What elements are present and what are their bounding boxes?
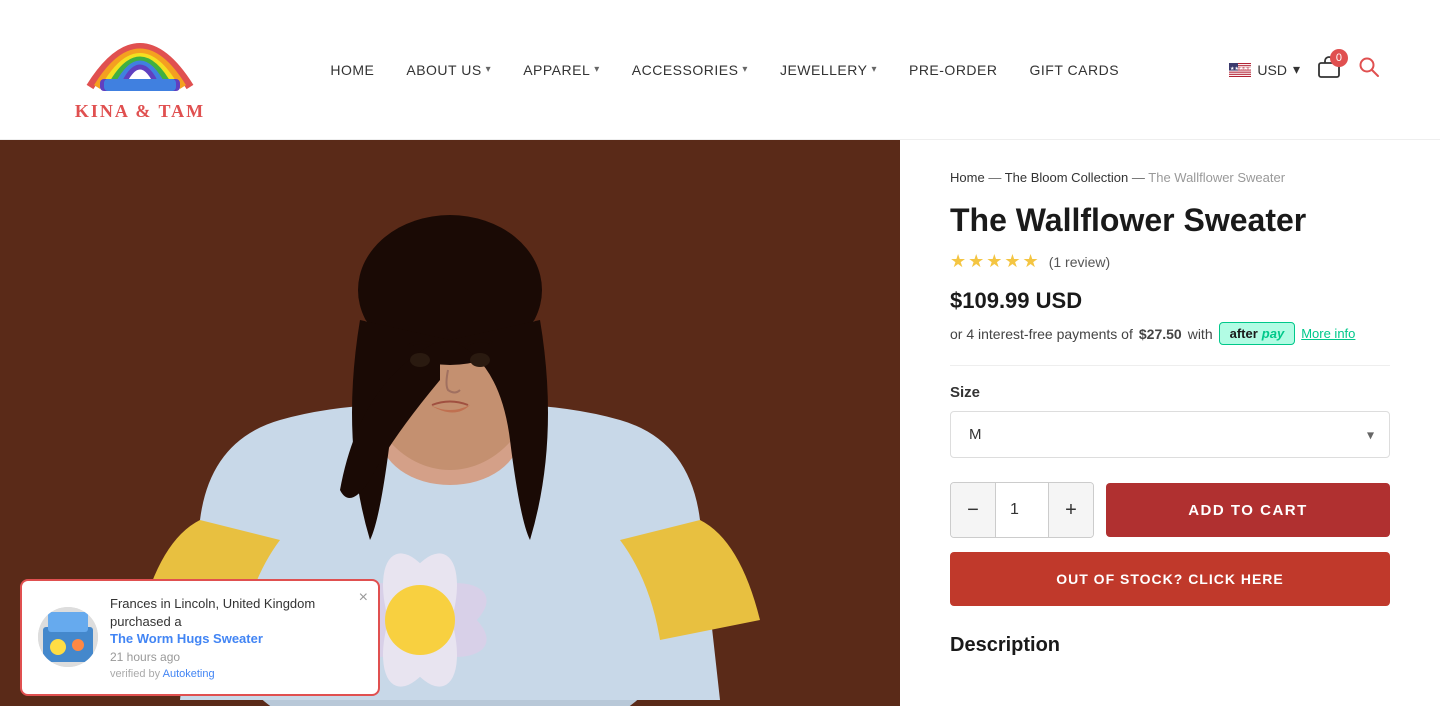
notification-time: 21 hours ago xyxy=(110,650,362,664)
rating-row: ★★★★★ (1 review) xyxy=(950,251,1390,272)
quantity-increase-button[interactable]: + xyxy=(1049,483,1093,537)
size-selector-wrapper: M XS S L XL ▾ xyxy=(950,411,1390,458)
product-title: The Wallflower Sweater xyxy=(950,201,1390,239)
nav-accessories[interactable]: ACCESSORIES ▾ xyxy=(632,62,748,78)
main-nav: HOME ABOUT US ▾ APPAREL ▾ ACCESSORIES ▾ … xyxy=(330,62,1119,78)
autoketing-link[interactable]: Autoketing xyxy=(163,668,215,680)
size-select[interactable]: M XS S L XL xyxy=(950,411,1390,458)
main-content: Frances in Lincoln, United Kingdom purch… xyxy=(0,140,1440,706)
breadcrumb: Home — The Bloom Collection — The Wallfl… xyxy=(950,170,1390,185)
quantity-input[interactable] xyxy=(995,483,1049,537)
search-icon xyxy=(1358,56,1380,78)
us-flag-icon: ★★★★★★★★★ xyxy=(1229,63,1251,77)
currency-selector[interactable]: ★★★★★★★★★ USD ▾ xyxy=(1229,61,1300,78)
nav-giftcards[interactable]: GIFT CARDS xyxy=(1030,62,1120,78)
star-rating: ★★★★★ xyxy=(950,251,1041,272)
notification-popup: Frances in Lincoln, United Kingdom purch… xyxy=(20,579,380,696)
price-divider xyxy=(950,365,1390,366)
notification-message: Frances in Lincoln, United Kingdom purch… xyxy=(110,595,362,631)
afterpay-badge: afterpay xyxy=(1219,322,1296,345)
nav-home[interactable]: HOME xyxy=(330,62,374,78)
search-button[interactable] xyxy=(1358,56,1380,84)
nav-apparel[interactable]: APPAREL ▾ xyxy=(523,62,600,78)
afterpay-amount: $27.50 xyxy=(1139,326,1182,342)
logo-text: KINA & TAM xyxy=(75,101,205,122)
quantity-control: − + xyxy=(950,482,1094,538)
site-header: KINA & TAM HOME ABOUT US ▾ APPAREL ▾ ACC… xyxy=(0,0,1440,140)
notification-content: Frances in Lincoln, United Kingdom purch… xyxy=(110,595,362,680)
apparel-dropdown-icon: ▾ xyxy=(594,64,600,75)
product-details: Home — The Bloom Collection — The Wallfl… xyxy=(900,140,1440,706)
cart-button[interactable]: 0 xyxy=(1316,55,1342,84)
notification-product-link[interactable]: The Worm Hugs Sweater xyxy=(110,631,362,646)
afterpay-text: or 4 interest-free payments of xyxy=(950,326,1133,342)
nav-jewellery[interactable]: JEWELLERY ▾ xyxy=(780,62,877,78)
notif-product-image xyxy=(38,607,98,667)
afterpay-with: with xyxy=(1188,326,1213,342)
quantity-cart-row: − + ADD TO CART xyxy=(950,482,1390,538)
afterpay-more-info-link[interactable]: More info xyxy=(1301,326,1355,341)
breadcrumb-home[interactable]: Home xyxy=(950,170,985,185)
quantity-decrease-button[interactable]: − xyxy=(951,483,995,537)
notification-close-button[interactable]: × xyxy=(359,589,368,607)
cart-badge: 0 xyxy=(1330,49,1348,67)
size-label: Size xyxy=(950,384,1390,401)
nav-about[interactable]: ABOUT US ▾ xyxy=(406,62,491,78)
accessories-dropdown-icon: ▾ xyxy=(742,64,748,75)
notification-avatar xyxy=(38,607,98,667)
svg-text:★★★★★★★★★: ★★★★★★★★★ xyxy=(1230,66,1251,72)
description-title: Description xyxy=(950,634,1390,657)
currency-dropdown-icon: ▾ xyxy=(1293,61,1300,78)
jewellery-dropdown-icon: ▾ xyxy=(871,64,877,75)
about-dropdown-icon: ▾ xyxy=(486,64,492,75)
breadcrumb-current: The Wallflower Sweater xyxy=(1148,170,1285,185)
notification-footer: verified by Autoketing xyxy=(110,668,362,680)
afterpay-row: or 4 interest-free payments of $27.50 wi… xyxy=(950,322,1390,345)
breadcrumb-collection[interactable]: The Bloom Collection xyxy=(1005,170,1129,185)
out-of-stock-button[interactable]: OUT OF STOCK? CLICK HERE xyxy=(950,552,1390,606)
header-actions: ★★★★★★★★★ USD ▾ 0 xyxy=(1229,55,1380,84)
logo-rainbow-icon xyxy=(80,17,200,97)
review-count[interactable]: (1 review) xyxy=(1049,254,1110,270)
logo[interactable]: KINA & TAM xyxy=(60,17,220,122)
nav-preorder[interactable]: PRE-ORDER xyxy=(909,62,998,78)
product-price: $109.99 USD xyxy=(950,288,1390,314)
add-to-cart-button[interactable]: ADD TO CART xyxy=(1106,483,1390,537)
product-image-area: Frances in Lincoln, United Kingdom purch… xyxy=(0,140,900,706)
